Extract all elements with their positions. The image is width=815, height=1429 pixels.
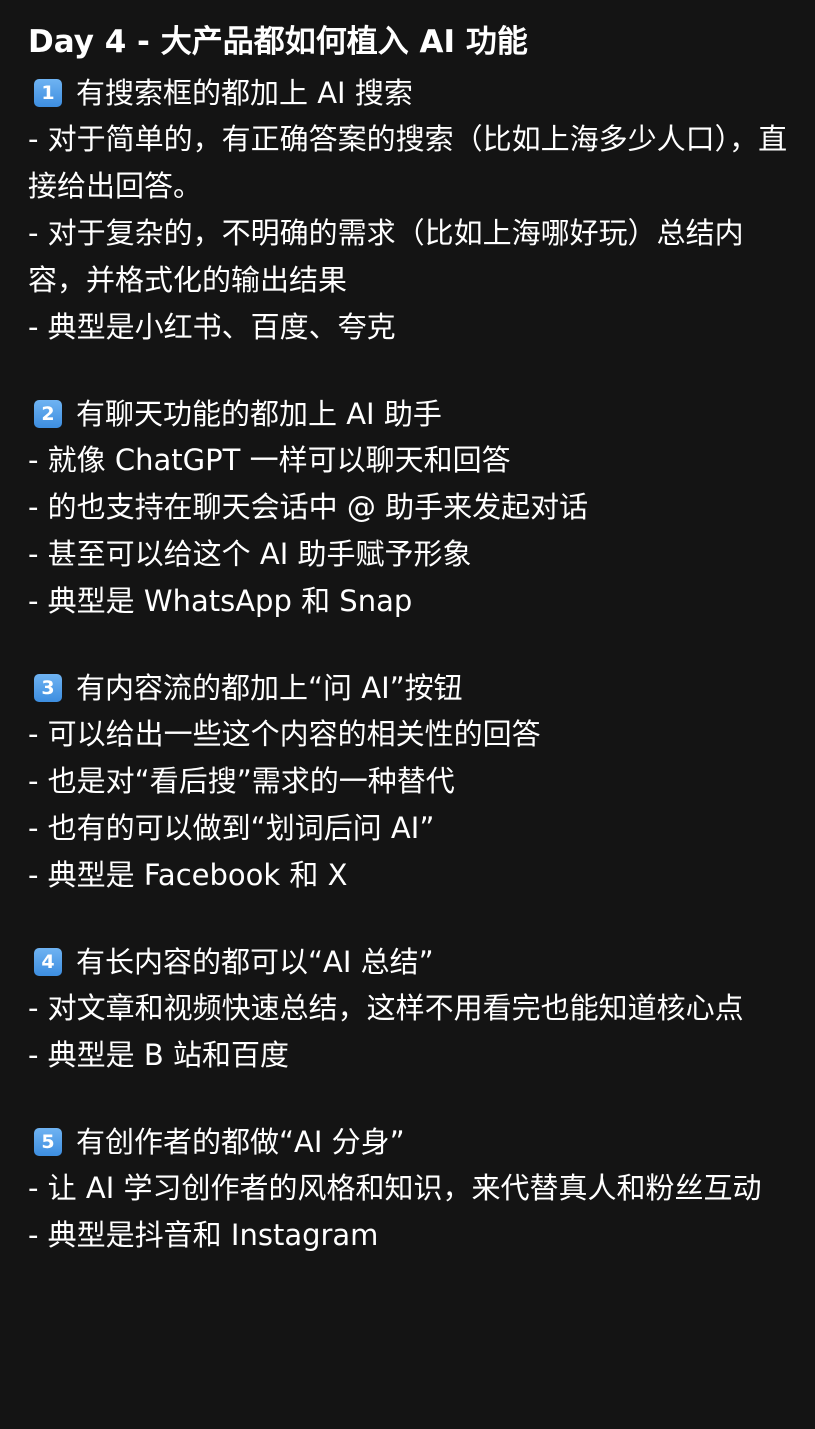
keycap-number-icon: 3 bbox=[34, 674, 62, 702]
list-item: - 的也支持在聊天会话中 @ 助手来发起对话 bbox=[28, 490, 589, 524]
section-1: 1 有搜索框的都加上 AI 搜索 - 对于简单的，有正确答案的搜索（比如上海多少… bbox=[28, 70, 797, 351]
section-2: 2 有聊天功能的都加上 AI 助手 - 就像 ChatGPT 一样可以聊天和回答… bbox=[28, 391, 797, 625]
list-item: - 也是对“看后搜”需求的一种替代 bbox=[28, 764, 455, 798]
section-heading: 5 有创作者的都做“AI 分身” bbox=[28, 1119, 797, 1165]
section-heading-text: 有聊天功能的都加上 AI 助手 bbox=[76, 397, 442, 431]
section-3: 3 有内容流的都加上“问 AI”按钮 - 可以给出一些这个内容的相关性的回答 -… bbox=[28, 665, 797, 899]
section-heading-text: 有内容流的都加上“问 AI”按钮 bbox=[76, 671, 463, 705]
section-heading-text: 有长内容的都可以“AI 总结” bbox=[76, 945, 434, 979]
list-item: - 对于简单的，有正确答案的搜索（比如上海多少人口），直接给出回答。 bbox=[28, 122, 788, 203]
list-item: - 就像 ChatGPT 一样可以聊天和回答 bbox=[28, 443, 511, 477]
list-item: - 典型是 B 站和百度 bbox=[28, 1038, 290, 1072]
list-item: - 典型是 WhatsApp 和 Snap bbox=[28, 584, 413, 618]
keycap-number-icon: 1 bbox=[34, 79, 62, 107]
keycap-number-icon: 4 bbox=[34, 948, 62, 976]
list-item: - 典型是 Facebook 和 X bbox=[28, 858, 348, 892]
keycap-number-icon: 2 bbox=[34, 400, 62, 428]
list-item: - 对文章和视频快速总结，这样不用看完也能知道核心点 bbox=[28, 991, 744, 1025]
post-title: Day 4 - 大产品都如何植入 AI 功能 bbox=[28, 24, 528, 60]
list-item: - 典型是抖音和 Instagram bbox=[28, 1218, 379, 1252]
section-4: 4 有长内容的都可以“AI 总结” - 对文章和视频快速总结，这样不用看完也能知… bbox=[28, 939, 797, 1079]
list-item: - 典型是小红书、百度、夸克 bbox=[28, 310, 396, 344]
list-item: - 让 AI 学习创作者的风格和知识，来代替真人和粉丝互动 bbox=[28, 1171, 762, 1205]
list-item: - 也有的可以做到“划词后问 AI” bbox=[28, 811, 435, 845]
keycap-number-icon: 5 bbox=[34, 1128, 62, 1156]
section-heading-text: 有搜索框的都加上 AI 搜索 bbox=[76, 76, 413, 110]
section-heading: 3 有内容流的都加上“问 AI”按钮 bbox=[28, 665, 797, 711]
section-heading-text: 有创作者的都做“AI 分身” bbox=[76, 1125, 405, 1159]
section-heading: 1 有搜索框的都加上 AI 搜索 bbox=[28, 70, 797, 116]
post-content: Day 4 - 大产品都如何植入 AI 功能 1 有搜索框的都加上 AI 搜索 … bbox=[0, 0, 815, 1429]
list-item: - 可以给出一些这个内容的相关性的回答 bbox=[28, 717, 541, 751]
list-item: - 甚至可以给这个 AI 助手赋予形象 bbox=[28, 537, 472, 571]
section-heading: 2 有聊天功能的都加上 AI 助手 bbox=[28, 391, 797, 437]
list-item: - 对于复杂的，不明确的需求（比如上海哪好玩）总结内容，并格式化的输出结果 bbox=[28, 216, 744, 297]
section-5: 5 有创作者的都做“AI 分身” - 让 AI 学习创作者的风格和知识，来代替真… bbox=[28, 1119, 797, 1259]
section-heading: 4 有长内容的都可以“AI 总结” bbox=[28, 939, 797, 985]
